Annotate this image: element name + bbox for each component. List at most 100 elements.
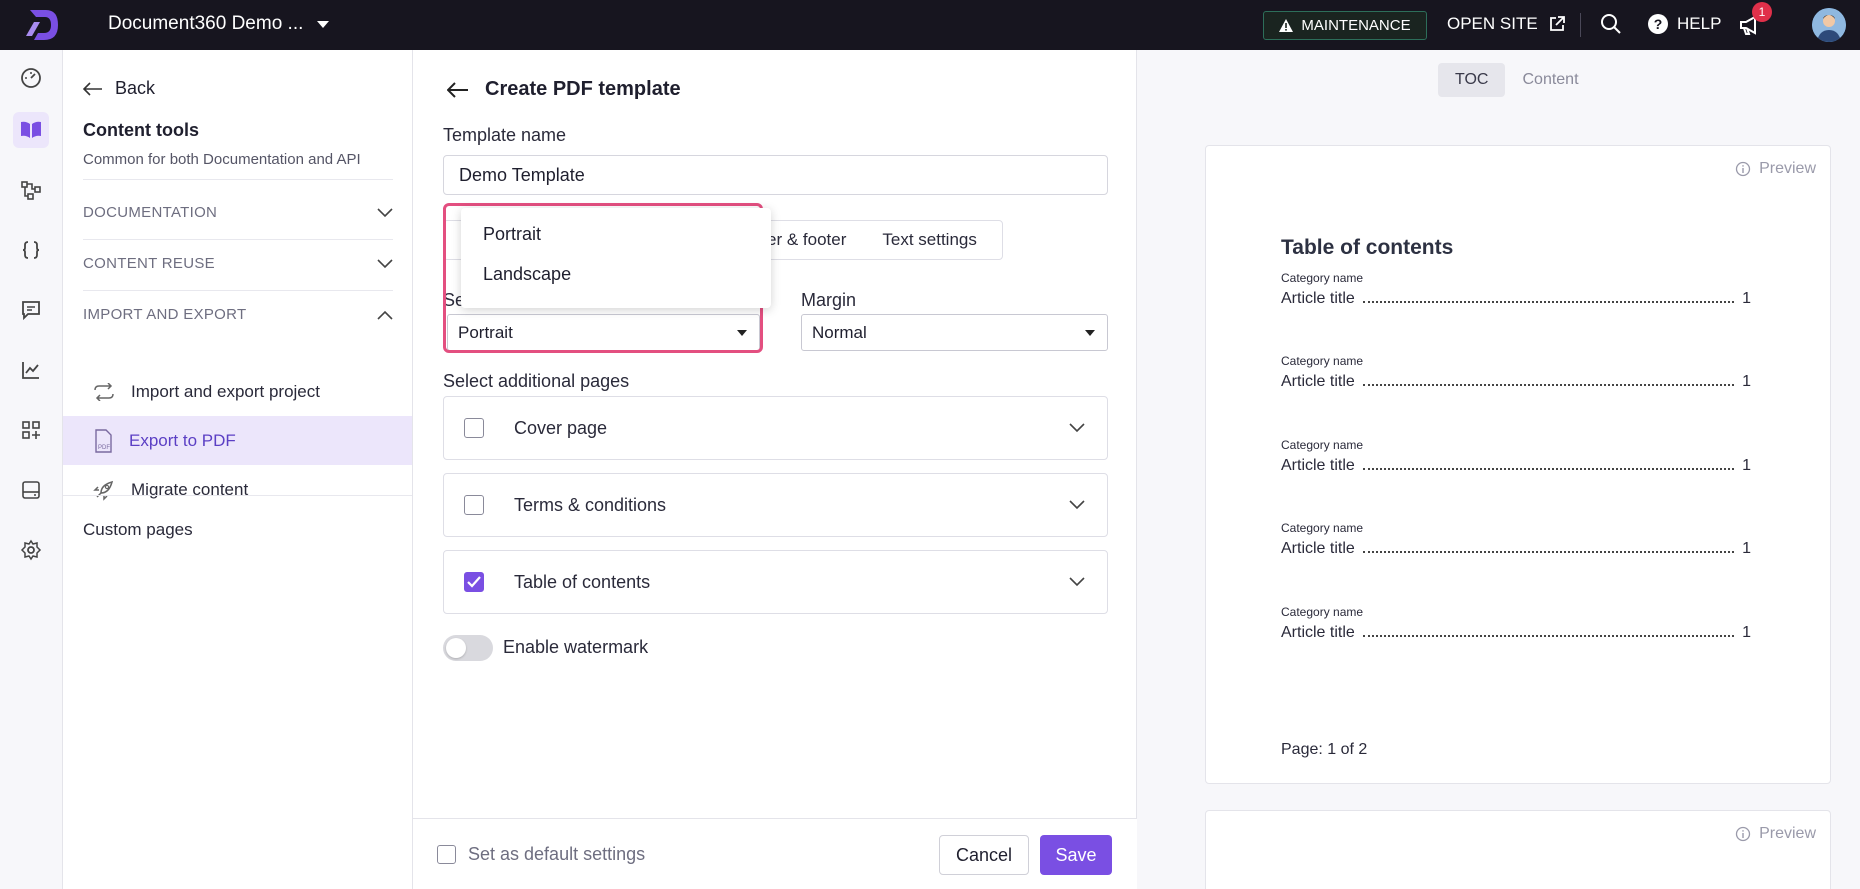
- chevron-up-icon: [377, 310, 393, 320]
- save-button[interactable]: Save: [1040, 835, 1112, 875]
- topbar-divider: [1580, 13, 1581, 37]
- tab-content[interactable]: Content: [1505, 63, 1595, 97]
- nav-item-import-export-project[interactable]: Import and export project: [63, 367, 412, 416]
- tab-text-settings[interactable]: Text settings: [864, 230, 995, 250]
- arrow-left-icon[interactable]: [447, 81, 469, 98]
- nav-item-custom-pages[interactable]: Custom pages: [83, 520, 193, 540]
- toc-category: Category name: [1281, 271, 1364, 285]
- accordion-cover-page[interactable]: Cover page: [443, 396, 1108, 460]
- rocket-icon: [93, 480, 114, 501]
- maintenance-badge[interactable]: MAINTENANCE: [1263, 11, 1427, 40]
- accordion-label: Cover page: [514, 417, 608, 438]
- notification-badge: 1: [1752, 2, 1772, 22]
- section-content-reuse[interactable]: CONTENT REUSE: [83, 255, 393, 272]
- watermark-label: Enable watermark: [503, 637, 649, 657]
- chevron-down-icon[interactable]: [1069, 423, 1085, 433]
- preview-label: Preview: [1759, 160, 1816, 177]
- section-label: IMPORT AND EXPORT: [83, 306, 247, 323]
- default-settings-checkbox[interactable]: [437, 845, 456, 864]
- toc-page: 1: [1742, 457, 1751, 474]
- cover-page-checkbox[interactable]: [464, 418, 484, 438]
- project-switcher[interactable]: Document360 Demo ...: [108, 13, 330, 35]
- workflow-icon[interactable]: [13, 172, 49, 208]
- preview-label: Preview: [1759, 825, 1816, 842]
- accordion-table-of-contents[interactable]: Table of contents: [443, 550, 1108, 614]
- toc-leader: [1362, 635, 1735, 637]
- nav-item-label: Import and export project: [131, 381, 320, 401]
- page-title: Create PDF template: [485, 78, 681, 100]
- help-button[interactable]: ? HELP: [1648, 14, 1721, 34]
- toc-title: Table of contents: [1281, 236, 1454, 259]
- divider: [83, 179, 393, 180]
- chevron-down-icon: [317, 20, 330, 28]
- api-braces-icon[interactable]: [13, 232, 49, 268]
- toc-entry: Category name Article title 1: [1281, 605, 1751, 642]
- back-link[interactable]: Back: [83, 78, 155, 99]
- accordion-terms-conditions[interactable]: Terms & conditions: [443, 473, 1108, 537]
- cancel-button[interactable]: Cancel: [939, 835, 1029, 875]
- project-title: Document360 Demo ...: [108, 13, 304, 34]
- default-settings-option[interactable]: Set as default settings: [437, 844, 645, 865]
- toc-page: 1: [1742, 373, 1751, 390]
- page-title-row: Create PDF template: [447, 78, 681, 101]
- toc-leader: [1362, 468, 1735, 470]
- search-icon[interactable]: [1600, 13, 1622, 40]
- feedback-chat-icon[interactable]: [13, 292, 49, 328]
- chevron-down-icon[interactable]: [1069, 577, 1085, 587]
- checkmark-icon: [467, 576, 481, 588]
- documentation-book-icon[interactable]: [13, 112, 49, 148]
- divider: [83, 239, 393, 240]
- orientation-dropdown-menu: Portrait Landscape: [461, 208, 771, 308]
- watermark-toggle[interactable]: [443, 635, 493, 661]
- toc-category: Category name: [1281, 354, 1364, 368]
- chevron-down-icon: [377, 258, 393, 268]
- help-label: HELP: [1677, 14, 1722, 33]
- document360-logo-icon[interactable]: [24, 6, 64, 44]
- nav-item-label: Migrate content: [131, 479, 249, 499]
- nav-item-export-to-pdf[interactable]: PDF Export to PDF: [63, 416, 412, 465]
- chevron-down-icon[interactable]: [1069, 500, 1085, 510]
- toc-category: Category name: [1281, 438, 1364, 452]
- dashboard-icon[interactable]: [13, 60, 49, 96]
- warning-icon: [1279, 19, 1294, 32]
- section-label: DOCUMENTATION: [83, 204, 218, 221]
- preview-tag: Preview: [1735, 825, 1816, 843]
- open-site-link[interactable]: OPEN SITE: [1447, 14, 1566, 34]
- section-documentation[interactable]: DOCUMENTATION: [83, 204, 393, 221]
- toc-checkbox[interactable]: [464, 572, 484, 592]
- toc-leader: [1362, 551, 1735, 553]
- analytics-chart-icon[interactable]: [13, 352, 49, 388]
- toc-category: Category name: [1281, 521, 1364, 535]
- toc-page: 1: [1742, 540, 1751, 557]
- preview-tag: Preview: [1735, 160, 1816, 178]
- chevron-down-icon: [377, 207, 393, 217]
- nav-subtitle: Common for both Documentation and API: [83, 151, 361, 168]
- toc-article: Article title: [1281, 624, 1355, 641]
- option-landscape[interactable]: Landscape: [483, 264, 571, 285]
- accordion-label: Table of contents: [514, 571, 651, 592]
- divider: [63, 495, 412, 496]
- pdf-file-icon: PDF: [95, 428, 112, 453]
- avatar[interactable]: [1812, 8, 1846, 42]
- margin-select[interactable]: Normal: [801, 314, 1108, 351]
- external-link-icon: [1549, 16, 1565, 31]
- tab-toc[interactable]: TOC: [1438, 63, 1506, 97]
- caret-down-icon: [1085, 329, 1095, 336]
- toc-page: 1: [1742, 624, 1751, 641]
- arrow-left-icon: [83, 81, 102, 96]
- default-settings-label: Set as default settings: [468, 844, 646, 864]
- template-name-input[interactable]: Demo Template: [443, 155, 1108, 195]
- settings-gear-icon[interactable]: [13, 532, 49, 568]
- margin-value: Normal: [812, 322, 867, 342]
- widget-layout-icon[interactable]: [13, 472, 49, 508]
- option-portrait[interactable]: Portrait: [483, 224, 541, 245]
- content-tools-nav: Back Content tools Common for both Docum…: [63, 50, 413, 889]
- icon-rail: [0, 50, 63, 889]
- svg-text:PDF: PDF: [98, 445, 110, 451]
- integrations-grid-icon[interactable]: [13, 412, 49, 448]
- terms-checkbox[interactable]: [464, 495, 484, 515]
- pdf-template-form: Create PDF template Template name Demo T…: [413, 50, 1137, 889]
- section-import-and-export[interactable]: IMPORT AND EXPORT: [83, 306, 393, 323]
- nav-item-migrate-content[interactable]: Migrate content: [63, 465, 412, 514]
- toc-category: Category name: [1281, 605, 1364, 619]
